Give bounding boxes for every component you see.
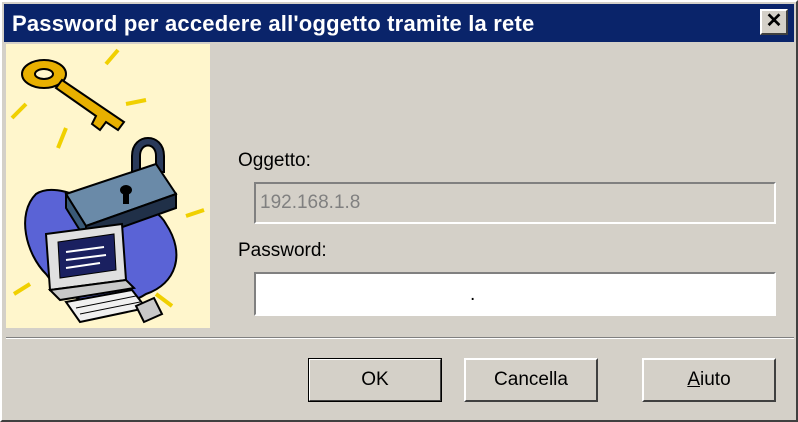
illustration-svg: [10, 48, 205, 324]
title-bar[interactable]: Password per accedere all'oggetto tramit…: [4, 4, 794, 42]
window-title: Password per accedere all'oggetto tramit…: [12, 11, 535, 36]
ok-button[interactable]: OK: [308, 358, 442, 402]
password-dialog: Password per accedere all'oggetto tramit…: [0, 0, 798, 422]
close-button[interactable]: ✕: [760, 9, 788, 35]
password-mask: .: [470, 284, 476, 305]
key-icon: [21, 59, 126, 132]
key-padlock-computer-illustration: [6, 44, 210, 328]
help-button[interactable]: Aiuto: [642, 358, 776, 402]
object-field: [254, 182, 776, 224]
password-label: Password:: [238, 240, 327, 261]
help-mnemonic: A: [687, 369, 701, 390]
password-input[interactable]: .: [254, 272, 776, 316]
close-icon: ✕: [765, 10, 783, 32]
cancel-button[interactable]: Cancella: [464, 358, 598, 402]
help-label-rest: iuto: [700, 369, 731, 390]
separator: [6, 337, 794, 339]
object-label: Oggetto:: [238, 150, 311, 171]
